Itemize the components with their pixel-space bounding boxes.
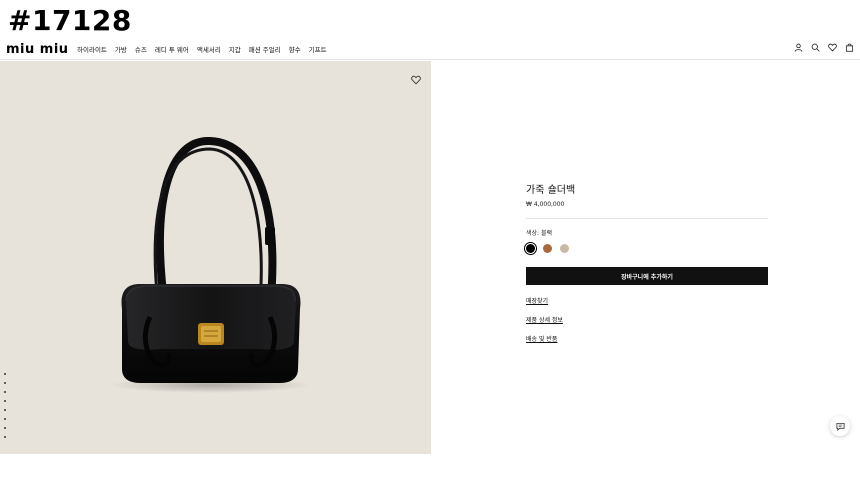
divider xyxy=(526,218,768,219)
add-to-cart-button[interactable]: 장바구니에 추가하기 xyxy=(526,267,768,285)
store-locator-link[interactable]: 매장찾기 xyxy=(526,296,768,305)
gallery-dot[interactable] xyxy=(4,373,6,375)
nav-item-highlights[interactable]: 하이라이트 xyxy=(77,44,107,54)
search-icon[interactable] xyxy=(811,43,820,52)
header-icons xyxy=(794,43,854,52)
gallery-dot[interactable] xyxy=(4,436,6,438)
gallery-dot[interactable] xyxy=(4,427,6,429)
chat-button[interactable] xyxy=(830,416,850,436)
brand-logo[interactable]: miu miu xyxy=(6,42,69,57)
product-details: 가죽 숄더백 ₩ 4,000,000 색상: 블랙 장바구니에 추가하기 매장찾… xyxy=(526,181,768,343)
shoulder-bag-image xyxy=(110,136,310,393)
product-links: 매장찾기 제품 상세 정보 배송 및 반품 xyxy=(526,296,768,343)
nav-item-accessories[interactable]: 액세서리 xyxy=(197,44,221,54)
nav-item-fragrance[interactable]: 향수 xyxy=(289,44,301,54)
product-details-link[interactable]: 제품 상세 정보 xyxy=(526,315,768,324)
product-title: 가죽 숄더백 xyxy=(526,185,576,196)
wishlist-heart-icon[interactable] xyxy=(411,70,421,85)
color-swatch-beige[interactable] xyxy=(560,244,569,253)
main-nav: 하이라이트 가방 슈즈 레디 투 웨어 액세서리 지갑 패션 주얼리 향수 기프… xyxy=(77,44,327,54)
color-label: 색상: 블랙 xyxy=(526,230,553,237)
gallery-dot[interactable] xyxy=(4,400,6,402)
gallery-dot[interactable] xyxy=(4,409,6,411)
color-swatch-brown[interactable] xyxy=(543,244,552,253)
nav-item-gifts[interactable]: 기프트 xyxy=(309,44,327,54)
nav-item-bags[interactable]: 가방 xyxy=(115,44,127,54)
chat-icon xyxy=(835,422,845,431)
nav-item-shoes[interactable]: 슈즈 xyxy=(135,44,147,54)
nav-item-ready-to-wear[interactable]: 레디 투 웨어 xyxy=(155,44,189,54)
shopping-bag-icon[interactable] xyxy=(845,43,854,52)
user-icon[interactable] xyxy=(794,43,803,52)
color-swatches xyxy=(526,244,768,253)
gallery-dot[interactable] xyxy=(4,391,6,393)
color-swatch-black[interactable] xyxy=(526,244,535,253)
site-header: miu miu 하이라이트 가방 슈즈 레디 투 웨어 액세서리 지갑 패션 주… xyxy=(0,40,860,60)
gallery-dot[interactable] xyxy=(4,418,6,420)
gallery-pagination xyxy=(4,373,6,438)
shipping-returns-link[interactable]: 배송 및 반품 xyxy=(526,334,768,343)
watermark-label: #17128 xyxy=(8,4,132,37)
product-price: ₩ 4,000,000 xyxy=(526,201,565,208)
heart-icon[interactable] xyxy=(828,43,837,52)
gallery-dot[interactable] xyxy=(4,382,6,384)
product-image-gallery[interactable] xyxy=(0,61,431,454)
nav-item-wallets[interactable]: 지갑 xyxy=(229,44,241,54)
nav-item-fashion-jewelry[interactable]: 패션 주얼리 xyxy=(249,44,281,54)
